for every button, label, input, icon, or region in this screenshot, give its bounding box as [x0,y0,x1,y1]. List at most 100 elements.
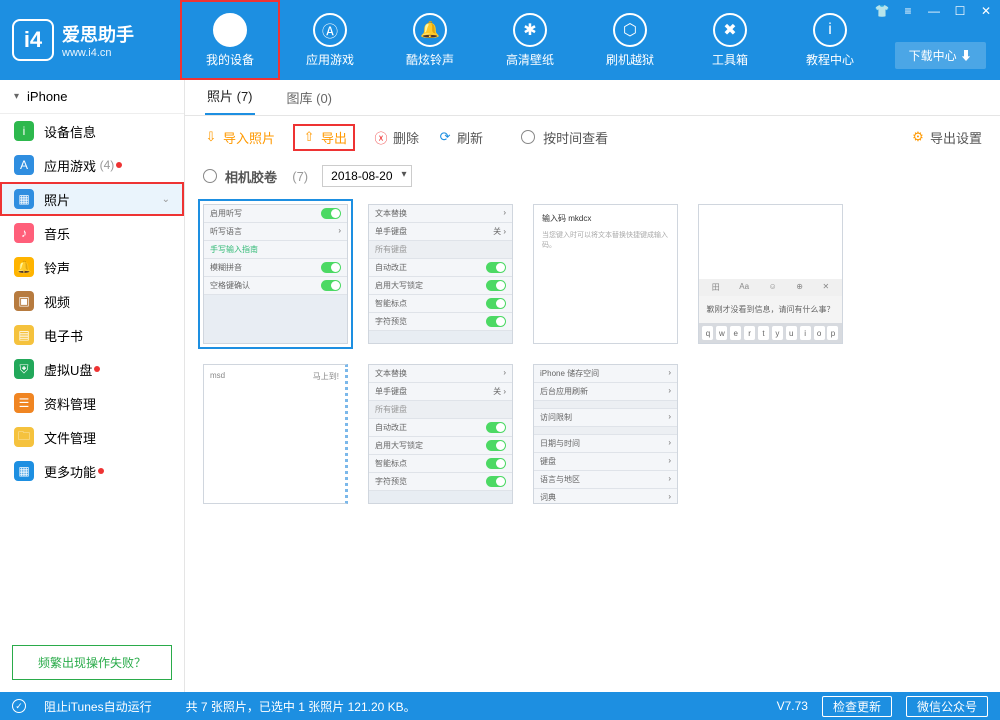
view-by-time-toggle[interactable]: 按时间查看 [521,128,608,147]
sidebar-item-more[interactable]: ▦ 更多功能 [0,454,184,488]
album-count: (7) [292,169,308,184]
sidebar-item-label: 应用游戏 [44,156,96,175]
nav-wallpapers[interactable]: ✱ 高清壁纸 [480,0,580,80]
wechat-button[interactable]: 微信公众号 [906,696,988,717]
brand-subtitle: www.i4.cn [62,47,134,59]
sidebar-item-label: 电子书 [44,326,83,345]
tool-label: 删除 [393,128,419,147]
sidebar-item-udisk[interactable]: ⛨ 虚拟U盘 [0,352,184,386]
download-center-button[interactable]: 下载中心 ⬇ [895,42,986,69]
photo-thumb[interactable]: 启用听写 听写语言› 手写输入指南 模糊拼音 空格键确认 [203,204,348,344]
nav-jailbreak[interactable]: ⬡ 刷机越狱 [580,0,680,80]
help-button[interactable]: 频繁出现操作失败？ [12,645,172,680]
check-update-button[interactable]: 检查更新 [822,696,892,717]
window-controls: 👕 ≡ — ☐ ✕ [874,4,994,18]
nav-tutorial[interactable]: i 教程中心 [780,0,880,80]
sidebar-item-ringtones[interactable]: 🔔铃声 [0,250,184,284]
photo-thumb[interactable]: msd马上到! [203,364,348,504]
menu-icon[interactable]: ≡ [900,4,916,18]
header: i4 爱思助手 www.i4.cn 我的设备 Ⓐ 应用游戏 🔔 酷炫铃声 ✱ 高… [0,0,1000,80]
info-icon: i [813,13,847,47]
music-icon: ♪ [14,223,34,243]
notification-dot [94,366,100,372]
tools-icon: ✖ [713,13,747,47]
nav-my-device[interactable]: 我的设备 [180,0,280,80]
brand-title: 爱思助手 [62,21,134,47]
nav-label: 应用游戏 [306,51,354,68]
nav-apps[interactable]: Ⓐ 应用游戏 [280,0,380,80]
brand-logo: i4 爱思助手 www.i4.cn [0,0,180,80]
book-icon: ▤ [14,325,34,345]
sidebar-item-label: 照片 [44,190,70,209]
nav-tools[interactable]: ✖ 工具箱 [680,0,780,80]
photo-thumb[interactable]: 文本替换› 单手键盘关 › 所有键盘 自动改正 启用大写锁定 智能标点 字符预览 [368,364,513,504]
sidebar-item-videos[interactable]: ▣视频 [0,284,184,318]
photo-thumb[interactable]: 田Aa☺⊕✕ 歉刚才没看到信息，请问有什么事？ qwertyuiop [698,204,843,344]
photo-thumb[interactable]: 输入码 mkdcx 当您键入时可以将文本替换快捷键成输入码。 [533,204,678,344]
device-name: iPhone [27,89,67,104]
sidebar: ▾ iPhone i设备信息 A应用游戏 (4) ▦ 照片 ⌄ ♪ 音乐 🔔铃声 ▣视… [0,80,185,692]
export-button[interactable]: ⇧导出 [293,124,355,151]
import-icon: ⇩ [203,129,219,145]
tab-albums[interactable]: 图库 (0) [285,80,335,115]
sidebar-item-label: 视频 [44,292,70,311]
nav-label: 我的设备 [206,51,254,68]
gear-icon: ⚙ [910,129,926,145]
sidebar-item-label: 资料管理 [44,394,96,413]
appstore-icon: Ⓐ [313,13,347,47]
sidebar-item-device-info[interactable]: i设备信息 [0,114,184,148]
chevron-down-icon: ⌄ [162,194,170,205]
shield-icon: ⛨ [14,359,34,379]
close-button[interactable]: ✕ [978,4,994,18]
maximize-button[interactable]: ☐ [952,4,968,18]
notification-dot [116,162,122,168]
sidebar-item-label: 更多功能 [44,462,96,481]
tool-label: 刷新 [457,128,483,147]
sidebar-item-label: 设备信息 [44,122,96,141]
nav-label: 酷炫铃声 [406,51,454,68]
device-header[interactable]: ▾ iPhone [0,80,184,114]
sidebar-item-photos[interactable]: ▦照片⌄ [0,182,184,216]
box-icon: ⬡ [613,13,647,47]
photo-thumb[interactable]: 文本替换› 单手键盘关 › 所有键盘 自动改正 启用大写锁定 智能标点 字符预览 [368,204,513,344]
export-settings-button[interactable]: ⚙导出设置 [910,128,982,147]
nav-label: 刷机越狱 [606,51,654,68]
photo-thumb[interactable]: iPhone 储存空间› 后台应用刷新› 访问限制› 日期与时间› 键盘› 语言… [533,364,678,504]
list-icon: ☰ [14,393,34,413]
nav-ringtones[interactable]: 🔔 酷炫铃声 [380,0,480,80]
chevron-down-icon: ▾ [14,91,19,102]
album-label: 相机胶卷 [225,167,277,186]
folder-icon: 🗀 [14,427,34,447]
version-label: V7.73 [777,699,808,713]
album-radio[interactable]: 相机胶卷 (7) [203,167,308,186]
refresh-button[interactable]: ⟳刷新 [437,128,483,147]
minimize-button[interactable]: — [926,4,942,18]
delete-button[interactable]: ⓧ删除 [373,128,419,147]
sidebar-item-label: 音乐 [44,224,70,243]
top-nav: 我的设备 Ⓐ 应用游戏 🔔 酷炫铃声 ✱ 高清壁纸 ⬡ 刷机越狱 ✖ 工具箱 [180,0,880,80]
flower-icon: ✱ [513,13,547,47]
tab-photos[interactable]: 照片 (7) [205,78,255,115]
sidebar-item-label: 虚拟U盘 [44,360,92,379]
tab-bar: 照片 (7) 图库 (0) [185,80,1000,116]
sidebar-item-files[interactable]: 🗀 文件管理 [0,420,184,454]
brand-badge: i4 [12,19,54,61]
status-bar: ✓ 阻止iTunes自动运行 共 7 张照片，已选中 1 张照片 121.20 … [0,692,1000,720]
sidebar-item-ebooks[interactable]: ▤ 电子书 [0,318,184,352]
apple-icon [213,13,247,47]
tool-label: 导出 [321,128,347,147]
sidebar-item-apps[interactable]: A应用游戏 (4) [0,148,184,182]
import-button[interactable]: ⇩导入照片 [203,128,275,147]
sidebar-item-music[interactable]: ♪ 音乐 [0,216,184,250]
tool-label: 导入照片 [223,128,275,147]
grid-icon: ▦ [14,461,34,481]
date-select[interactable]: 2018-08-20 [322,165,411,187]
tool-label: 导出设置 [930,128,982,147]
sidebar-item-data[interactable]: ☰ 资料管理 [0,386,184,420]
bell-icon: 🔔 [413,13,447,47]
shirt-icon[interactable]: 👕 [874,4,890,18]
itunes-block-toggle[interactable]: 阻止iTunes自动运行 [44,698,152,715]
toolbar: ⇩导入照片 ⇧导出 ⓧ删除 ⟳刷新 按时间查看 ⚙导出设置 [185,116,1000,158]
tool-label: 按时间查看 [543,128,608,147]
sidebar-item-label: 文件管理 [44,428,96,447]
